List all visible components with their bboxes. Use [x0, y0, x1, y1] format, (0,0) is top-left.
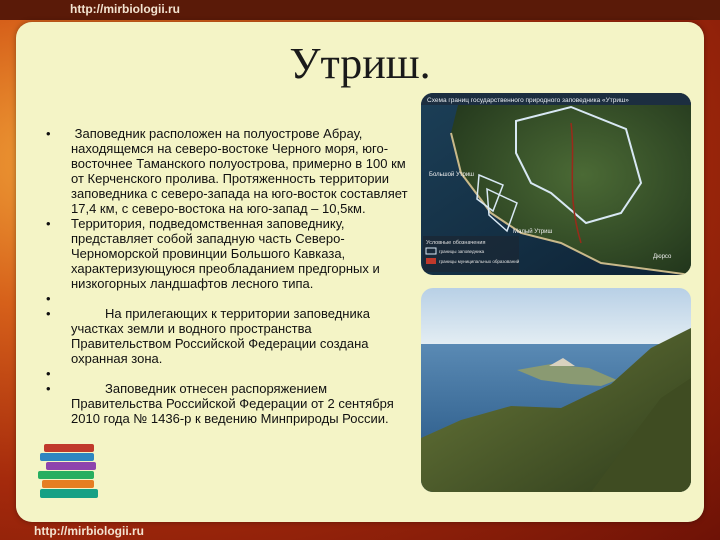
bullet-spacer-1	[44, 291, 410, 306]
bullet-text-3: На прилегающих к территории заповедника …	[71, 306, 370, 366]
top-bar: http://mirbiologii.ru	[0, 0, 720, 20]
map-label-maly: Малый Утриш	[513, 228, 552, 235]
bullet-item-4: Заповедник отнесен распоряжением Правите…	[44, 381, 410, 426]
reserve-map-image: Схема границ государственного природного…	[421, 93, 691, 275]
bullet-item-1: Заповедник расположен на полуострове Абр…	[44, 126, 410, 216]
map-legend-heading: Условные обозначения	[426, 240, 485, 246]
map-label-bolshoy: Большой Утриш	[429, 171, 474, 178]
bullet-text-1: Заповедник расположен на полуострове Абр…	[71, 126, 408, 216]
bullet-item-3: На прилегающих к территории заповедника …	[44, 306, 410, 366]
map-legend-item-1: границы заповедника	[439, 249, 485, 254]
map-legend-item-2: границы муниципальных образований	[439, 258, 520, 264]
books-icon	[38, 444, 98, 498]
bullet-text-4: Заповедник отнесен распоряжением Правите…	[71, 381, 394, 426]
bullet-spacer-2	[44, 366, 410, 381]
site-url-bottom[interactable]: http://mirbiologii.ru	[34, 524, 144, 538]
site-url-top[interactable]: http://mirbiologii.ru	[70, 2, 180, 16]
map-label-dyurso: Дюрсо	[653, 254, 672, 260]
bullet-text-2: Территория, подведомственная заповеднику…	[71, 216, 380, 291]
coastline-photo	[421, 288, 691, 492]
bullet-list: Заповедник расположен на полуострове Абр…	[44, 126, 410, 426]
map-title: Схема границ государственного природного…	[427, 97, 629, 104]
slide-title: Утриш.	[289, 39, 431, 88]
bullet-item-2: Территория, подведомственная заповеднику…	[44, 216, 410, 291]
